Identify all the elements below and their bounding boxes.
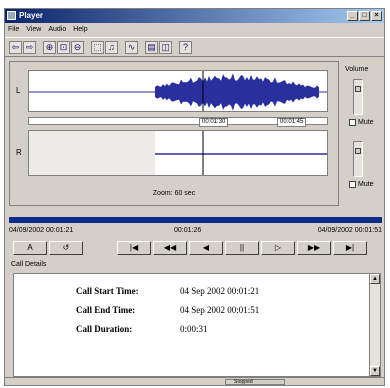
- rewind-button[interactable]: ◀◀: [153, 241, 187, 255]
- scroll-up-arrow-icon[interactable]: ▲: [370, 274, 380, 284]
- ruler-marker-1: 00:01:30: [199, 118, 229, 127]
- volume-panel: Volume Mute Mute: [343, 61, 383, 206]
- window-title: Player: [19, 11, 44, 20]
- waveform-panel: L 00:01:30 00:01:45 R Zoom: 60 sec: [9, 61, 339, 206]
- waveform-graphic: [29, 71, 327, 111]
- current-position: 00:01:26: [174, 227, 202, 234]
- forward-arrow-icon[interactable]: ⇨: [23, 41, 36, 54]
- timeline-labels: 04/09/2002 00:01:21 00:01:26 04/09/2002 …: [9, 227, 382, 237]
- status-bar: Stopped: [5, 377, 384, 385]
- left-mute-label: Mute: [358, 119, 374, 126]
- menu-view[interactable]: View: [26, 24, 41, 36]
- maximize-button[interactable]: □: [359, 11, 370, 21]
- play-selection-icon[interactable]: ♫: [105, 41, 118, 54]
- close-button[interactable]: ×: [371, 11, 382, 21]
- loop-button[interactable]: ↺: [49, 241, 83, 255]
- ruler-marker-2: 00:01:45: [277, 118, 307, 127]
- status-text: Stopped: [225, 379, 285, 385]
- menu-bar: File View Audio Help: [5, 24, 88, 36]
- ab-repeat-button[interactable]: A: [13, 241, 47, 255]
- right-volume-knob[interactable]: [355, 148, 361, 154]
- call-details-label: Call Details: [11, 261, 47, 268]
- volume-label: Volume: [345, 66, 369, 73]
- detail-key: Call End Time:: [76, 305, 136, 315]
- left-mute-checkbox[interactable]: Mute: [349, 119, 374, 126]
- left-volume-slider[interactable]: [353, 79, 363, 115]
- waveform-icon[interactable]: ∿: [125, 41, 138, 54]
- right-mute-label: Mute: [358, 181, 374, 188]
- help-icon[interactable]: ?: [179, 41, 192, 54]
- right-channel-waveform[interactable]: [28, 130, 328, 176]
- playback-progress-bar[interactable]: [9, 217, 382, 223]
- back-arrow-icon[interactable]: ⇦: [9, 41, 22, 54]
- zoom-out-icon[interactable]: ⊖: [71, 41, 84, 54]
- right-channel-label: R: [16, 148, 22, 157]
- zoom-in-icon[interactable]: ⊕: [43, 41, 56, 54]
- left-channel-label: L: [16, 86, 21, 95]
- fast-forward-button[interactable]: ▶▶: [297, 241, 331, 255]
- skip-to-end-button[interactable]: ▶|: [333, 241, 367, 255]
- zoom-fit-icon[interactable]: ⊡: [57, 41, 70, 54]
- transport-controls: |◀ ◀◀ ◀ || ▷ ▶▶ ▶|: [117, 241, 367, 255]
- left-channel-waveform[interactable]: [28, 70, 328, 112]
- step-back-button[interactable]: ◀: [189, 241, 223, 255]
- details-scrollbar[interactable]: ▲ ▼: [369, 274, 380, 376]
- detail-value: 0:00:31: [180, 324, 208, 334]
- play-button[interactable]: ▷: [261, 241, 295, 255]
- app-icon: [7, 11, 16, 20]
- call-details-pane: Call Start Time: 04 Sep 2002 00:01:21 Ca…: [13, 273, 381, 377]
- right-waveform-graphic: [29, 131, 327, 175]
- zoom-label: Zoom: 60 sec: [152, 190, 196, 197]
- right-mute-box[interactable]: [349, 181, 356, 188]
- title-bar[interactable]: Player _ □ ×: [5, 9, 384, 23]
- skip-to-start-button[interactable]: |◀: [117, 241, 151, 255]
- detail-value: 04 Sep 2002 00:01:21: [180, 286, 260, 296]
- detail-key: Call Start Time:: [76, 286, 139, 296]
- time-ruler: 00:01:30 00:01:45: [28, 117, 328, 127]
- end-time: 04/09/2002 00:01:51: [317, 227, 382, 234]
- detail-key: Call Duration:: [76, 324, 133, 334]
- menu-help[interactable]: Help: [73, 24, 87, 36]
- player-window: Player _ □ × File View Audio Help ⇦ ⇨ ⊕ …: [4, 8, 385, 386]
- menu-audio[interactable]: Audio: [48, 24, 66, 36]
- left-mute-box[interactable]: [349, 119, 356, 126]
- detail-value: 04 Sep 2002 00:01:51: [180, 305, 260, 315]
- select-icon[interactable]: ⬚: [91, 41, 104, 54]
- left-volume-knob[interactable]: [355, 86, 361, 92]
- toolbar: ⇦ ⇨ ⊕ ⊡ ⊖ ⬚ ♫ ∿ ▤ ◫ ?: [5, 37, 384, 57]
- split-view-icon[interactable]: ◫: [159, 41, 172, 54]
- minimize-button[interactable]: _: [347, 11, 358, 21]
- start-time: 04/09/2002 00:01:21: [9, 227, 74, 234]
- menu-file[interactable]: File: [8, 24, 19, 36]
- pause-button[interactable]: ||: [225, 241, 259, 255]
- right-mute-checkbox[interactable]: Mute: [349, 181, 374, 188]
- scroll-down-arrow-icon[interactable]: ▼: [370, 366, 380, 376]
- export-icon[interactable]: ▤: [145, 41, 158, 54]
- loop-controls: A ↺: [13, 241, 83, 255]
- right-volume-slider[interactable]: [353, 141, 363, 177]
